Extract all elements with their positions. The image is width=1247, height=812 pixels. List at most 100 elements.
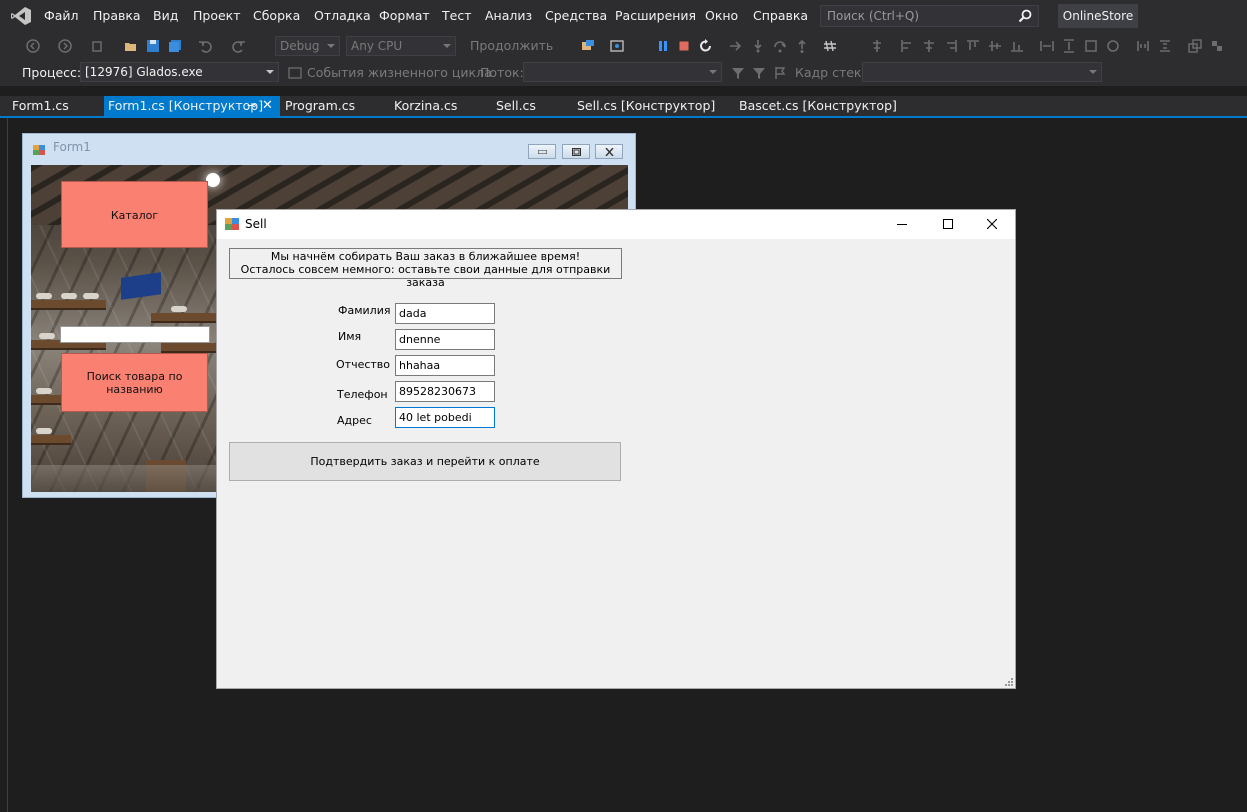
tab-form1-cs[interactable]: Form1.cs: [12, 96, 69, 116]
align-icon[interactable]: [870, 39, 884, 53]
stack-frame-select[interactable]: [862, 62, 1102, 82]
menu-help[interactable]: Справка: [753, 0, 808, 32]
solution-platform-select[interactable]: Any CPU: [346, 36, 456, 56]
menu-view[interactable]: Вид: [153, 0, 178, 32]
surname-input[interactable]: dada: [395, 303, 495, 324]
step-into-icon[interactable]: [751, 39, 765, 53]
align-centers-icon[interactable]: [922, 39, 936, 53]
address-label: Адрес: [337, 414, 372, 427]
align-bottoms-icon[interactable]: [1010, 39, 1024, 53]
save-icon[interactable]: [146, 39, 160, 53]
order-info-message: Мы начнём собирать Ваш заказ в ближайшее…: [229, 248, 622, 289]
size-to-grid-icon[interactable]: [1106, 39, 1120, 53]
tab-sell-designer[interactable]: Sell.cs [Конструктор]: [577, 96, 715, 116]
quick-launch-search-input[interactable]: Поиск (Ctrl+Q): [820, 5, 1039, 27]
lifecycle-events-icon[interactable]: [288, 66, 302, 80]
shelf: [151, 313, 216, 323]
continue-button[interactable]: Продолжить: [470, 32, 553, 60]
align-tops-icon[interactable]: [966, 39, 980, 53]
tab-bascet-designer[interactable]: Bascet.cs [Конструктор]: [739, 96, 897, 116]
save-all-icon[interactable]: [168, 39, 182, 53]
menu-project[interactable]: Проект: [193, 0, 241, 32]
close-icon: [987, 219, 997, 229]
configuration-value: Debug: [280, 39, 320, 53]
confirm-order-button[interactable]: Подтвердить заказ и перейти к оплате: [229, 442, 621, 481]
new-item-icon[interactable]: [90, 39, 104, 53]
stop-debugging-icon[interactable]: [677, 39, 691, 53]
step-over-icon[interactable]: [773, 39, 787, 53]
visual-studio-logo-icon[interactable]: [10, 6, 32, 26]
phone-input[interactable]: 89528230673: [395, 381, 495, 402]
close-icon: [605, 148, 614, 156]
process-select[interactable]: [12976] Glados.exe: [80, 62, 279, 82]
filter-icon[interactable]: [731, 66, 745, 80]
navigate-back-icon[interactable]: [26, 39, 40, 53]
restart-icon[interactable]: [699, 39, 713, 53]
product-search-input[interactable]: [60, 326, 210, 343]
close-icon[interactable]: ✕: [262, 96, 273, 116]
chevron-down-icon: [266, 70, 274, 74]
resize-grip-icon[interactable]: [1003, 676, 1013, 686]
show-flagged-threads-icon[interactable]: [773, 66, 787, 80]
menu-analyze[interactable]: Анализ: [485, 0, 532, 32]
shoe: [36, 388, 52, 394]
show-next-statement-icon[interactable]: [729, 39, 743, 53]
solution-name-badge[interactable]: OnlineStore: [1058, 4, 1138, 28]
tab-program-cs[interactable]: Program.cs: [285, 96, 355, 116]
tab-form1-designer-label: Form1.cs [Конструктор]: [108, 98, 264, 113]
menu-window[interactable]: Окно: [705, 0, 738, 32]
patronymic-input[interactable]: hhahaa: [395, 355, 495, 376]
align-middles-icon[interactable]: [988, 39, 1002, 53]
menu-tools[interactable]: Средства: [545, 0, 607, 32]
thread-select[interactable]: [523, 62, 722, 82]
undo-icon[interactable]: [198, 39, 212, 53]
pin-icon[interactable]: ⊸: [247, 96, 256, 116]
shelf: [161, 343, 216, 353]
name-input[interactable]: dnenne: [395, 329, 495, 350]
step-out-icon[interactable]: [795, 39, 809, 53]
menu-edit[interactable]: Правка: [93, 0, 141, 32]
solution-configuration-select[interactable]: Debug: [275, 36, 340, 56]
close-button[interactable]: [595, 144, 623, 159]
maximize-button[interactable]: [562, 144, 590, 159]
browser-link-icon[interactable]: [610, 39, 624, 53]
horizontal-spacing-icon[interactable]: [1136, 39, 1150, 53]
tab-sell-cs[interactable]: Sell.cs: [496, 96, 536, 116]
send-to-back-icon[interactable]: [1210, 39, 1224, 53]
menu-format[interactable]: Формат: [379, 0, 430, 32]
shoe: [171, 306, 187, 312]
hex-display-icon[interactable]: [823, 39, 837, 53]
make-same-width-icon[interactable]: [1040, 39, 1054, 53]
make-same-size-icon[interactable]: [1084, 39, 1098, 53]
minimize-button[interactable]: [528, 144, 556, 159]
close-button[interactable]: [969, 210, 1015, 239]
menu-build[interactable]: Сборка: [253, 0, 300, 32]
open-file-icon[interactable]: [124, 39, 138, 53]
flag-threads-icon[interactable]: [752, 66, 766, 80]
align-rights-icon[interactable]: [944, 39, 958, 53]
tab-korzina-cs[interactable]: Korzina.cs: [394, 96, 457, 116]
maximize-button[interactable]: [925, 210, 971, 239]
menu-debug[interactable]: Отладка: [314, 0, 371, 32]
search-product-button[interactable]: Поиск товара по названию: [61, 353, 208, 412]
minimize-button[interactable]: [879, 210, 925, 239]
address-input[interactable]: 40 let pobedi: [395, 407, 495, 428]
make-same-height-icon[interactable]: [1062, 39, 1076, 53]
menu-extensions[interactable]: Расширения: [615, 0, 696, 32]
break-all-pause-icon[interactable]: [656, 39, 670, 53]
lifecycle-events-dropdown[interactable]: События жизненного цикла: [307, 60, 492, 86]
navigate-forward-icon[interactable]: [58, 39, 72, 53]
tab-form1-designer[interactable]: Form1.cs [Конструктор] ⊸ ✕: [104, 96, 280, 116]
menu-test[interactable]: Тест: [442, 0, 471, 32]
bring-to-front-icon[interactable]: [1188, 39, 1202, 53]
vertical-spacing-icon[interactable]: [1158, 39, 1172, 53]
chevron-down-icon: [1089, 70, 1097, 74]
redo-icon[interactable]: [232, 39, 246, 53]
sell-window[interactable]: Sell Мы начнём собирать Ваш заказ в ближ…: [216, 209, 1016, 689]
attach-icon[interactable]: [581, 39, 595, 53]
menu-file[interactable]: Файл: [44, 0, 79, 32]
align-lefts-icon[interactable]: [900, 39, 914, 53]
catalog-button[interactable]: Каталог: [61, 181, 208, 248]
process-value: [12976] Glados.exe: [85, 65, 203, 79]
sell-title-bar[interactable]: Sell: [217, 210, 1015, 239]
